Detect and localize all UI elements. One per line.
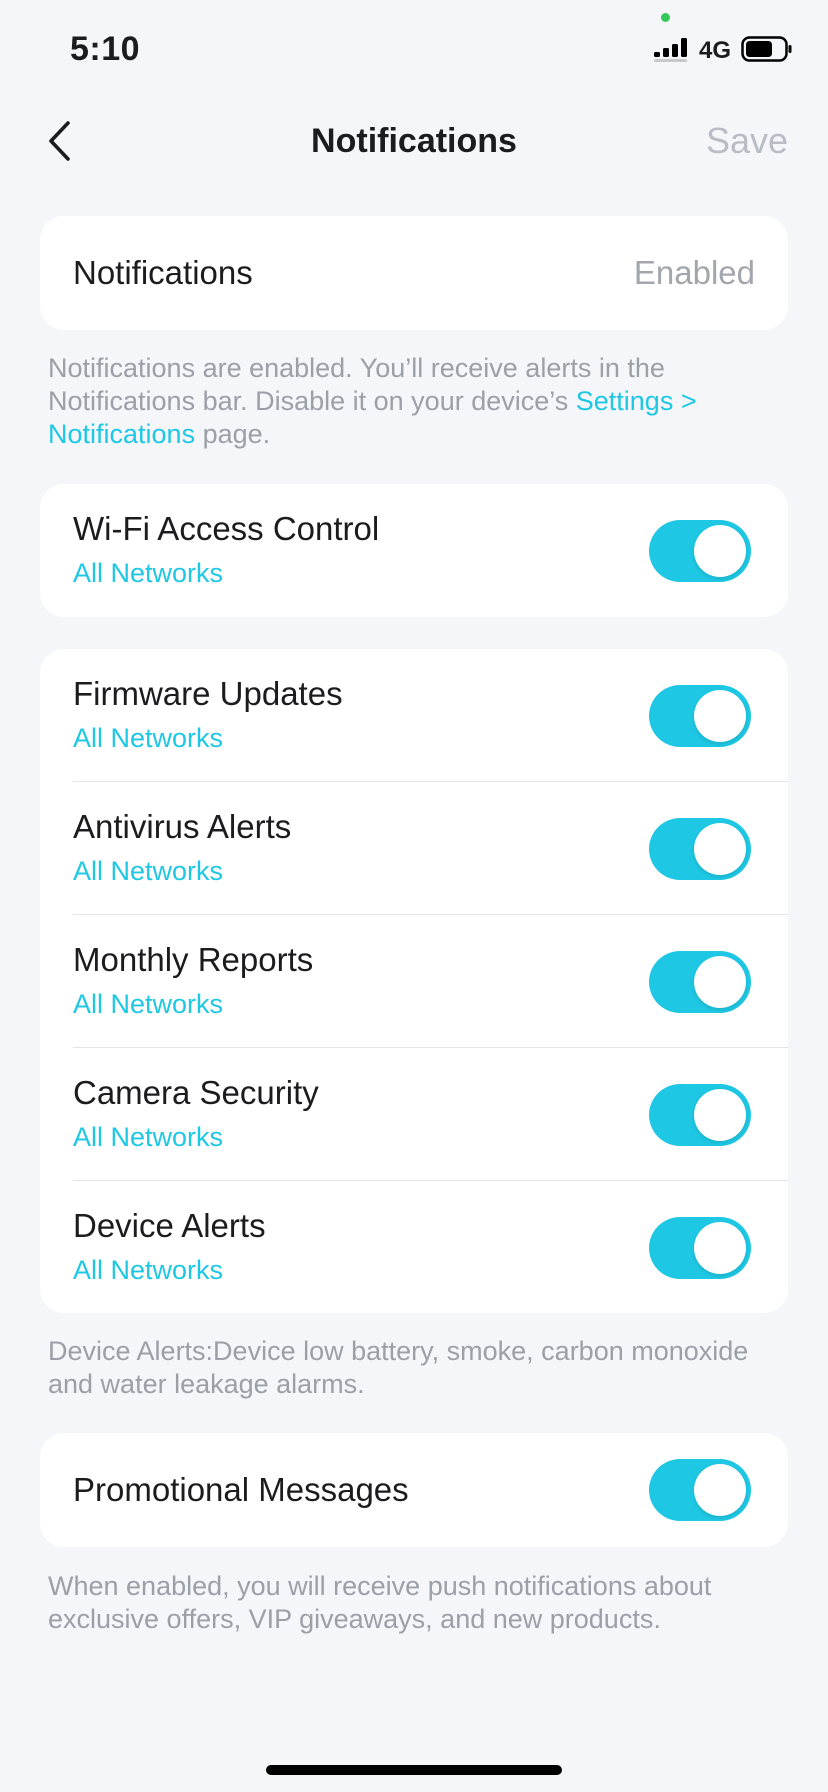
status-bar: 5:10 4G <box>0 0 828 100</box>
notifications-note-suffix: page. <box>195 419 271 449</box>
toggle-knob <box>694 823 746 875</box>
microphone-indicator-dot <box>661 13 670 22</box>
notifications-note: Notifications are enabled. You’ll receiv… <box>48 352 783 451</box>
toggle-knob <box>694 525 746 577</box>
page-title: Notifications <box>311 122 517 160</box>
row-subtitle[interactable]: All Networks <box>73 1122 223 1153</box>
row-title: Device Alerts <box>73 1207 266 1244</box>
list-item-antivirus-alerts: Antivirus Alerts All Networks <box>40 782 788 915</box>
toggle-knob <box>694 690 746 742</box>
device-alerts-toggle[interactable] <box>649 1217 751 1279</box>
toggle-knob <box>694 956 746 1008</box>
row-title: Monthly Reports <box>73 941 314 978</box>
promotional-messages-note: When enabled, you will receive push noti… <box>48 1571 712 1634</box>
wifi-access-control-toggle[interactable] <box>649 520 751 582</box>
firmware-updates-toggle[interactable] <box>649 685 751 747</box>
list-item-firmware-updates: Firmware Updates All Networks <box>40 649 788 782</box>
network-type-label: 4G <box>699 37 732 64</box>
row-subtitle[interactable]: All Networks <box>73 989 223 1020</box>
row-subtitle[interactable]: All Networks <box>73 1255 223 1286</box>
row-title: Antivirus Alerts <box>73 808 292 845</box>
list-item-camera-security: Camera Security All Networks <box>40 1048 788 1181</box>
list-item-monthly-reports: Monthly Reports All Networks <box>40 915 788 1048</box>
battery-icon <box>741 36 792 62</box>
row-subtitle[interactable]: All Networks <box>73 856 223 887</box>
notifications-note-text: Notifications are enabled. You’ll receiv… <box>48 353 665 416</box>
navigation-bar: Notifications Save <box>0 100 828 180</box>
toggle-knob <box>694 1464 746 1516</box>
row-title: Promotional Messages <box>73 1471 409 1508</box>
notifications-status-card: Notifications Enabled <box>40 216 788 330</box>
list-item-device-alerts: Device Alerts All Networks <box>40 1181 788 1313</box>
toggle-knob <box>694 1089 746 1141</box>
toggle-knob <box>694 1222 746 1274</box>
camera-security-toggle[interactable] <box>649 1084 751 1146</box>
row-title: Notifications <box>73 254 253 291</box>
row-title: Camera Security <box>73 1074 319 1111</box>
notifications-settings-screen: 5:10 4G Notifications Save Notifications <box>0 0 828 1792</box>
wifi-access-control-row: Wi-Fi Access Control All Networks <box>40 484 788 617</box>
status-time: 5:10 <box>70 30 141 68</box>
row-title: Firmware Updates <box>73 675 343 712</box>
promotional-messages-row: Promotional Messages <box>40 1433 788 1547</box>
save-button[interactable]: Save <box>706 120 788 162</box>
device-alerts-note: Device Alerts:Device low battery, smoke,… <box>48 1336 749 1399</box>
row-subtitle[interactable]: All Networks <box>73 723 223 754</box>
notifications-status-row[interactable]: Notifications Enabled <box>40 216 788 330</box>
monthly-reports-toggle[interactable] <box>649 951 751 1013</box>
signal-bars-icon <box>654 38 687 62</box>
home-indicator[interactable] <box>266 1765 562 1775</box>
row-subtitle[interactable]: All Networks <box>73 558 223 589</box>
notifications-status-value: Enabled <box>633 254 755 291</box>
promotional-messages-card: Promotional Messages <box>40 1433 788 1547</box>
row-title: Wi-Fi Access Control <box>73 510 380 547</box>
promotional-messages-toggle[interactable] <box>649 1459 751 1521</box>
wifi-access-control-card: Wi-Fi Access Control All Networks <box>40 484 788 617</box>
antivirus-alerts-toggle[interactable] <box>649 818 751 880</box>
alerts-card: Firmware Updates All Networks Antivirus … <box>40 649 788 1313</box>
